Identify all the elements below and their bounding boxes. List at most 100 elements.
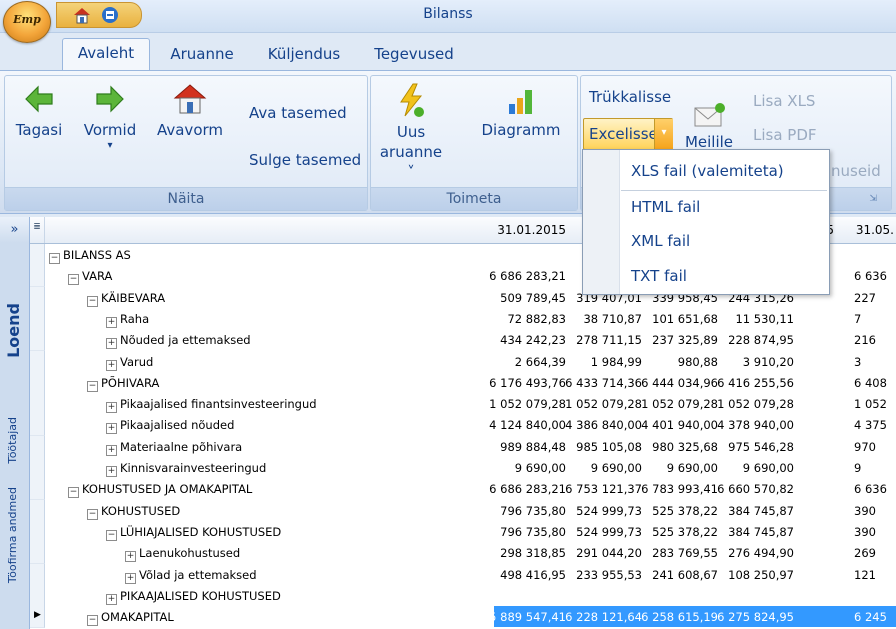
collapse-icon[interactable]: −	[49, 253, 60, 264]
table-cell[interactable]: 796 735,80	[488, 504, 566, 518]
table-cell[interactable]: 101 651,68	[640, 312, 718, 326]
diagramm-button[interactable]: Diagramm	[475, 82, 567, 140]
menu-item-html[interactable]: HTML fail	[631, 198, 700, 216]
sulge-tasemed-button[interactable]: Sulge tasemed	[249, 151, 361, 169]
table-cell[interactable]: 72 882,83	[488, 312, 566, 326]
table-cell[interactable]: 509 789,45	[488, 291, 566, 305]
table-cell[interactable]: 6 636	[854, 482, 894, 496]
table-cell[interactable]: 6 258 615,19	[640, 610, 718, 624]
table-cell[interactable]: 980,88	[640, 355, 718, 369]
row-indicator[interactable]	[30, 393, 45, 416]
expand-icon[interactable]: +	[106, 423, 117, 435]
row-indicator[interactable]	[30, 350, 45, 373]
table-cell[interactable]: 6 636	[854, 269, 894, 283]
toofirma-panel-tab[interactable]: Töofirma andmed	[6, 487, 19, 583]
table-cell[interactable]: 4 375	[854, 418, 894, 432]
table-cell[interactable]: 390	[854, 525, 894, 539]
table-cell[interactable]: 6 245	[854, 610, 894, 624]
table-cell[interactable]: 6 275 824,95	[716, 610, 794, 624]
menu-item-xls[interactable]: XLS fail (valemiteta)	[631, 162, 784, 180]
table-cell[interactable]: 6 660 570,82	[716, 482, 794, 496]
table-cell[interactable]: 6 444 034,96	[640, 376, 718, 390]
expand-sidebar-button[interactable]: »	[0, 217, 29, 243]
row-indicator[interactable]	[30, 457, 45, 479]
row-indicator[interactable]	[30, 265, 45, 288]
row-indicator[interactable]	[30, 542, 45, 565]
table-cell[interactable]: 3	[854, 355, 894, 369]
tab-kuljendus[interactable]: Küljendus	[256, 40, 352, 68]
table-cell[interactable]: 384 745,87	[716, 525, 794, 539]
table-cell[interactable]: 524 999,73	[564, 504, 642, 518]
table-cell[interactable]: 6 176 493,76	[488, 376, 566, 390]
table-cell[interactable]: 1 052 079,28	[564, 397, 642, 411]
table-cell[interactable]: 241 608,67	[640, 568, 718, 582]
vormid-button[interactable]: Vormid ▾	[79, 82, 141, 152]
table-row[interactable]: + Kinnisvarainvesteeringud 9 690,00 9 690,0…	[30, 457, 896, 479]
tree-node-label[interactable]: + Pikaajalised finantsinvesteeringud	[106, 397, 317, 414]
tab-aruanne[interactable]: Aruanne	[158, 40, 246, 68]
tab-tegevused[interactable]: Tegevused	[362, 40, 466, 68]
table-row[interactable]: − KOHUSTUSED 796 735,80 524 999,73 525 378,2…	[30, 499, 896, 522]
expand-icon[interactable]: +	[106, 402, 117, 414]
table-cell[interactable]: 283 769,55	[640, 546, 718, 560]
tree-node-label[interactable]: + PIKAAJALISED KOHUSTUSED	[106, 589, 281, 605]
meilile-button[interactable]: Meilile	[681, 100, 737, 152]
table-cell[interactable]: 291 044,20	[564, 546, 642, 560]
column-header[interactable]: 31.05.	[850, 223, 894, 237]
tree-node-label[interactable]: + Võlad ja ettemaksed	[125, 568, 257, 584]
tree-node-label[interactable]: − PÕHIVARA	[87, 376, 159, 392]
table-cell[interactable]: 980 325,68	[640, 440, 718, 454]
table-cell[interactable]: 6 416 255,56	[716, 376, 794, 390]
table-cell[interactable]: 5 889 547,41	[488, 610, 566, 624]
table-cell[interactable]: 298 318,85	[488, 546, 566, 560]
loend-panel-tab[interactable]: Loend	[4, 303, 23, 358]
table-row[interactable]: − PÕHIVARA 6 176 493,76 6 433 714,36 6 444 0…	[30, 371, 896, 394]
tree-node-label[interactable]: − KÄIBEVARA	[87, 291, 165, 307]
table-cell[interactable]: 108 250,97	[716, 568, 794, 582]
table-row[interactable]: + Nõuded ja ettemaksed 434 242,23 278 711,1…	[30, 329, 896, 352]
row-indicator[interactable]	[30, 286, 45, 309]
expand-icon[interactable]: +	[106, 316, 117, 328]
table-cell[interactable]: 4 401 940,00	[640, 418, 718, 432]
collapse-icon[interactable]: −	[87, 380, 98, 392]
tootajad-panel-tab[interactable]: Töötajad	[6, 417, 19, 464]
collapse-icon[interactable]: −	[68, 487, 79, 499]
table-row[interactable]: + Materiaalne põhivara 989 884,48 985 105,0…	[30, 435, 896, 458]
table-cell[interactable]: 6 686 283,21	[488, 269, 566, 283]
table-cell[interactable]: 6 228 121,64	[564, 610, 642, 624]
tree-node-label[interactable]: − LÜHIAJALISED KOHUSTUSED	[106, 525, 281, 541]
avavorm-button[interactable]: Avavorm	[155, 82, 225, 140]
chevron-down-icon[interactable]: ▾	[654, 119, 673, 149]
table-cell[interactable]: 525 378,22	[640, 525, 718, 539]
collapse-icon[interactable]: −	[87, 615, 98, 627]
table-cell[interactable]: 216	[854, 333, 894, 347]
table-cell[interactable]: 1 984,99	[564, 355, 642, 369]
trukkalisse-button[interactable]: Trükkalisse	[589, 88, 671, 106]
collapse-icon[interactable]: −	[87, 295, 98, 307]
uus-aruanne-button[interactable]: Uus aruanne ˅	[379, 82, 443, 182]
table-row[interactable]: + Pikaajalised nõuded 4 124 840,00 4 386 84…	[30, 414, 896, 437]
table-cell[interactable]: 269	[854, 546, 894, 560]
expand-icon[interactable]: +	[106, 338, 117, 350]
table-row[interactable]: + Raha 72 882,83 38 710,87 101 651,68 11 530,…	[30, 307, 896, 330]
table-cell[interactable]: 2 664,39	[488, 355, 566, 369]
table-row[interactable]: + PIKAAJALISED KOHUSTUSED	[30, 584, 896, 607]
table-cell[interactable]: 1 052 079,28	[488, 397, 566, 411]
tree-node-label[interactable]: + Kinnisvarainvesteeringud	[106, 461, 266, 477]
table-cell[interactable]: 1 052 079,28	[716, 397, 794, 411]
row-indicator[interactable]	[30, 520, 45, 543]
table-cell[interactable]: 9 690,00	[640, 461, 718, 475]
table-row[interactable]: + Varud 2 664,39 1 984,99 980,88 3 910,20 3	[30, 350, 896, 373]
table-row[interactable]: − LÜHIAJALISED KOHUSTUSED 796 735,80 524 99…	[30, 520, 896, 543]
row-indicator[interactable]	[30, 478, 45, 501]
table-cell[interactable]: 4 124 840,00	[488, 418, 566, 432]
expand-icon[interactable]: +	[106, 466, 117, 477]
expand-icon[interactable]: +	[125, 572, 136, 584]
table-cell[interactable]: 228 874,95	[716, 333, 794, 347]
tree-node-label[interactable]: + Pikaajalised nõuded	[106, 418, 234, 435]
tab-avaleht[interactable]: Avaleht	[62, 38, 150, 71]
table-cell[interactable]: 498 416,95	[488, 568, 566, 582]
table-cell[interactable]: 4 386 840,00	[564, 418, 642, 432]
table-row[interactable]: + Võlad ja ettemaksed 498 416,95 233 955,53…	[30, 563, 896, 586]
table-cell[interactable]: 6 686 283,21	[488, 482, 566, 496]
